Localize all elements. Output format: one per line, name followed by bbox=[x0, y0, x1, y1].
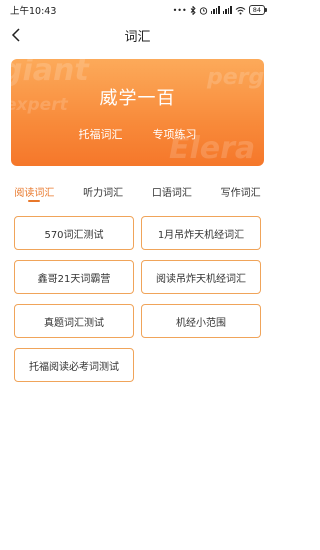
tab-label: 阅读词汇 bbox=[14, 188, 55, 199]
vocab-item-label: 阅读吊炸天机经词汇 bbox=[156, 273, 246, 285]
battery-level: 84 bbox=[248, 5, 265, 15]
signal-icon bbox=[210, 6, 220, 14]
signal-icon bbox=[222, 6, 232, 14]
vocab-item-button[interactable]: 1月吊炸天机经词汇 bbox=[141, 216, 261, 250]
banner-link-toefl-vocab[interactable]: 托福词汇 bbox=[79, 126, 123, 142]
bluetooth-icon bbox=[190, 5, 196, 15]
wifi-icon bbox=[235, 6, 246, 14]
banner-link-special-practice[interactable]: 专项练习 bbox=[153, 126, 197, 142]
tab-label: 听力词汇 bbox=[83, 188, 124, 199]
vocab-item-button[interactable]: 真题词汇测试 bbox=[14, 304, 134, 338]
vocab-item-button[interactable]: 托福阅读必考词测试 bbox=[14, 348, 134, 382]
status-bar: 上午10:43 ••• 84 bbox=[0, 0, 275, 20]
tab-writing-vocab[interactable]: 写作词汇 bbox=[206, 180, 275, 210]
page-title: 词汇 bbox=[124, 29, 151, 45]
back-button[interactable] bbox=[6, 25, 26, 45]
banner-title: 威学一百 bbox=[99, 88, 176, 109]
alarm-icon bbox=[199, 6, 207, 15]
vocab-item-grid: 570词汇测试 1月吊炸天机经词汇 鑫哥21天词霸营 阅读吊炸天机经词汇 真题词… bbox=[14, 216, 261, 382]
tab-reading-vocab[interactable]: 阅读词汇 bbox=[0, 180, 69, 210]
status-icons: ••• 84 bbox=[173, 5, 267, 15]
vocab-item-label: 570词汇测试 bbox=[44, 229, 104, 241]
tab-listening-vocab[interactable]: 听力词汇 bbox=[69, 180, 138, 210]
vocab-item-button[interactable]: 机经小范围 bbox=[141, 304, 261, 338]
vocab-item-label: 机经小范围 bbox=[176, 317, 226, 329]
tab-speaking-vocab[interactable]: 口语词汇 bbox=[138, 180, 207, 210]
vocab-item-label: 1月吊炸天机经词汇 bbox=[157, 229, 245, 241]
battery-icon: 84 bbox=[248, 5, 267, 15]
tab-label: 写作词汇 bbox=[220, 188, 261, 199]
tab-bar: 阅读词汇 听力词汇 口语词汇 写作词汇 bbox=[0, 180, 275, 210]
banner: giant expert perg Elera 威学一百 托福词汇 专项练习 bbox=[11, 59, 264, 166]
vocab-item-label: 真题词汇测试 bbox=[44, 317, 104, 329]
active-tab-indicator bbox=[28, 200, 41, 202]
chevron-left-icon bbox=[11, 28, 20, 42]
vocab-item-label: 托福阅读必考词测试 bbox=[29, 361, 119, 373]
tab-label: 口语词汇 bbox=[151, 188, 192, 199]
vocab-item-button[interactable]: 阅读吊炸天机经词汇 bbox=[141, 260, 261, 294]
status-time: 上午10:43 bbox=[10, 6, 57, 17]
vocab-item-button[interactable]: 570词汇测试 bbox=[14, 216, 134, 250]
vocab-item-label: 鑫哥21天词霸营 bbox=[37, 273, 111, 285]
banner-links: 托福词汇 专项练习 bbox=[11, 126, 264, 142]
header: 词汇 bbox=[0, 20, 275, 50]
vocab-item-button[interactable]: 鑫哥21天词霸营 bbox=[14, 260, 134, 294]
notification-dots: ••• bbox=[172, 5, 187, 15]
